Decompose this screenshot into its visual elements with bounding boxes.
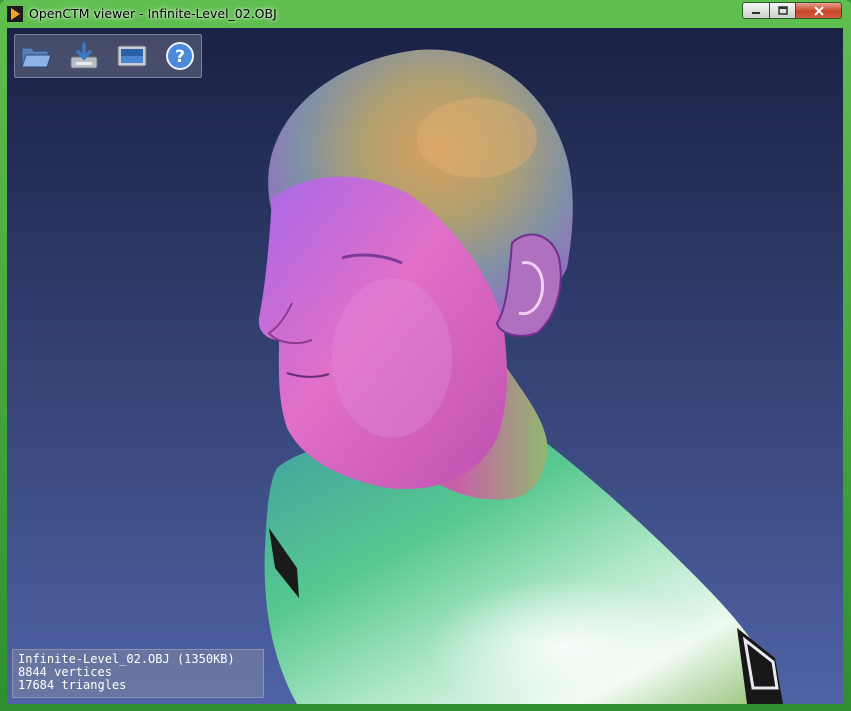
open-file-icon bbox=[21, 47, 52, 68]
title-bar[interactable]: OpenCTM viewer - Infinite-Level_02.OBJ bbox=[0, 0, 851, 27]
screenshot-button[interactable] bbox=[115, 40, 149, 72]
app-logo-icon bbox=[7, 6, 23, 22]
screenshot-icon bbox=[117, 45, 147, 67]
triangle-count: 17684 triangles bbox=[18, 678, 127, 692]
close-icon bbox=[813, 5, 824, 16]
help-icon: ? bbox=[166, 42, 194, 70]
3d-model-render[interactable] bbox=[7, 28, 843, 704]
app-window: OpenCTM viewer - Infinite-Level_02.OBJ ?… bbox=[0, 0, 851, 711]
minimize-icon bbox=[752, 11, 760, 14]
maximize-button[interactable] bbox=[769, 2, 796, 19]
open-file-button[interactable] bbox=[19, 40, 53, 72]
maximize-icon bbox=[777, 6, 788, 15]
help-button[interactable]: ? bbox=[163, 40, 197, 72]
minimize-button[interactable] bbox=[742, 2, 770, 19]
window-title: OpenCTM viewer - Infinite-Level_02.OBJ bbox=[29, 6, 277, 21]
save-file-icon bbox=[70, 42, 98, 69]
3d-viewport[interactable]: ? Infinite-Level_02.OBJ (1350KB) 8844 ve… bbox=[7, 28, 843, 704]
viewer-toolbar: ? bbox=[14, 34, 202, 78]
save-file-button[interactable] bbox=[67, 40, 101, 72]
close-button[interactable] bbox=[795, 2, 842, 19]
svg-text:?: ? bbox=[175, 47, 185, 67]
model-info-panel: Infinite-Level_02.OBJ (1350KB) 8844 vert… bbox=[12, 649, 264, 698]
